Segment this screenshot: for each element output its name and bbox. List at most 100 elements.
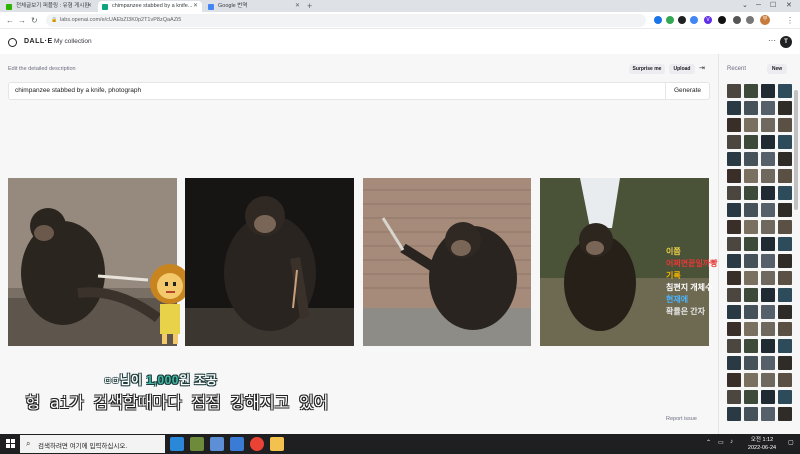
search-input[interactable]: 검색하려면 여기에 입력하십시오. (38, 440, 127, 450)
recent-thumbnail[interactable] (778, 220, 792, 234)
extension-icon[interactable] (718, 16, 726, 24)
app-icon[interactable] (230, 437, 244, 451)
recent-thumbnail[interactable] (727, 390, 741, 404)
file-explorer-icon[interactable] (270, 437, 284, 451)
collapse-sidebar-icon[interactable]: ⇥ (699, 64, 705, 72)
edge-icon[interactable] (170, 437, 184, 451)
generated-image-2[interactable] (185, 178, 354, 346)
recent-thumbnail[interactable] (778, 118, 792, 132)
recent-thumbnail[interactable] (761, 271, 775, 285)
recent-thumbnail[interactable] (778, 84, 792, 98)
report-issue-link[interactable]: Report issue (666, 416, 697, 422)
recent-thumbnail[interactable] (778, 237, 792, 251)
user-avatar[interactable]: T (780, 36, 792, 48)
more-menu-icon[interactable]: ··· (768, 36, 776, 45)
recent-thumbnail[interactable] (761, 169, 775, 183)
recent-thumbnail[interactable] (727, 169, 741, 183)
recent-thumbnail[interactable] (727, 101, 741, 115)
recent-thumbnail[interactable] (727, 237, 741, 251)
recent-thumbnail[interactable] (727, 118, 741, 132)
recent-thumbnail[interactable] (778, 254, 792, 268)
recent-thumbnail[interactable] (744, 152, 758, 166)
recent-thumbnail[interactable] (761, 322, 775, 336)
recent-thumbnail[interactable] (744, 254, 758, 268)
recent-thumbnail[interactable] (727, 356, 741, 370)
extension-icon[interactable]: V (704, 16, 712, 24)
recent-thumbnail[interactable] (778, 356, 792, 370)
close-icon[interactable]: ✕ (87, 1, 92, 12)
volume-icon[interactable]: ♪ (730, 439, 733, 445)
extension-icon[interactable] (690, 16, 698, 24)
profile-avatar[interactable]: 부 (760, 15, 770, 25)
chrome-icon[interactable] (250, 437, 264, 451)
notification-icon[interactable]: ▢ (788, 439, 794, 446)
recent-thumbnail[interactable] (761, 390, 775, 404)
kebab-menu-icon[interactable]: ⋮ (786, 14, 794, 27)
extension-icon[interactable] (678, 16, 686, 24)
recent-thumbnail[interactable] (761, 84, 775, 98)
recent-thumbnail[interactable] (761, 237, 775, 251)
app-icon[interactable] (210, 437, 224, 451)
maximize-icon[interactable]: ☐ (770, 0, 776, 12)
recent-thumbnail[interactable] (727, 288, 741, 302)
recent-thumbnail[interactable] (761, 118, 775, 132)
recent-thumbnail[interactable] (744, 288, 758, 302)
recent-thumbnail[interactable] (761, 373, 775, 387)
minimize-icon[interactable]: ─ (756, 0, 761, 12)
recent-thumbnail[interactable] (727, 186, 741, 200)
reload-icon[interactable]: ↻ (31, 14, 38, 27)
close-icon[interactable]: ✕ (295, 1, 300, 12)
scrollbar[interactable] (794, 90, 798, 210)
recent-thumbnail[interactable] (744, 220, 758, 234)
recent-thumbnail[interactable] (727, 220, 741, 234)
generate-button[interactable]: Generate (665, 83, 709, 99)
minecraft-icon[interactable] (190, 437, 204, 451)
recent-thumbnail[interactable] (744, 271, 758, 285)
taskbar-clock[interactable]: 오전 1:12 2022-06-24 (742, 436, 782, 452)
recent-thumbnail[interactable] (778, 322, 792, 336)
prompt-input[interactable]: chimpanzee stabbed by a knife, photograp… (15, 87, 141, 94)
recent-thumbnail[interactable] (778, 271, 792, 285)
recent-thumbnail[interactable] (727, 152, 741, 166)
recent-thumbnail[interactable] (727, 339, 741, 353)
recent-thumbnail[interactable] (761, 101, 775, 115)
recent-thumbnail[interactable] (761, 152, 775, 166)
recent-thumbnail[interactable] (744, 305, 758, 319)
taskbar-search[interactable]: ⌕ 검색하려면 여기에 입력하십시오. (20, 435, 165, 453)
recent-thumbnail[interactable] (778, 373, 792, 387)
recent-thumbnail[interactable] (744, 322, 758, 336)
recent-thumbnail[interactable] (761, 186, 775, 200)
recent-thumbnail[interactable] (744, 373, 758, 387)
recent-thumbnail[interactable] (727, 254, 741, 268)
recent-thumbnail[interactable] (761, 407, 775, 421)
new-button[interactable]: New (767, 64, 787, 74)
recent-thumbnail[interactable] (744, 101, 758, 115)
recent-thumbnail[interactable] (727, 322, 741, 336)
recent-thumbnail[interactable] (761, 220, 775, 234)
tab-google-translate[interactable]: Google 번역 ✕ (204, 1, 304, 12)
recent-thumbnail[interactable] (744, 356, 758, 370)
recent-thumbnail[interactable] (727, 373, 741, 387)
recent-thumbnail[interactable] (744, 390, 758, 404)
generated-image-3[interactable] (363, 178, 531, 346)
my-collection-link[interactable]: My collection (54, 38, 92, 45)
tray-chevron-icon[interactable]: ⌃ (706, 439, 711, 446)
recent-thumbnail[interactable] (778, 288, 792, 302)
recent-thumbnail[interactable] (761, 356, 775, 370)
recent-thumbnail[interactable] (778, 305, 792, 319)
recent-thumbnail[interactable] (727, 135, 741, 149)
recent-thumbnail[interactable] (761, 339, 775, 353)
recent-thumbnail[interactable] (761, 254, 775, 268)
extension-icon[interactable] (666, 16, 674, 24)
recent-thumbnail[interactable] (744, 407, 758, 421)
extension-icon[interactable] (654, 16, 662, 24)
close-icon[interactable]: ✕ (193, 1, 198, 12)
recent-thumbnail[interactable] (778, 339, 792, 353)
recent-thumbnail[interactable] (727, 271, 741, 285)
windows-start-icon[interactable] (6, 439, 16, 449)
recent-thumbnail[interactable] (744, 186, 758, 200)
back-arrow-icon[interactable]: ← (6, 14, 14, 27)
recent-thumbnail[interactable] (761, 135, 775, 149)
recent-thumbnail[interactable] (761, 288, 775, 302)
recent-thumbnail[interactable] (744, 237, 758, 251)
